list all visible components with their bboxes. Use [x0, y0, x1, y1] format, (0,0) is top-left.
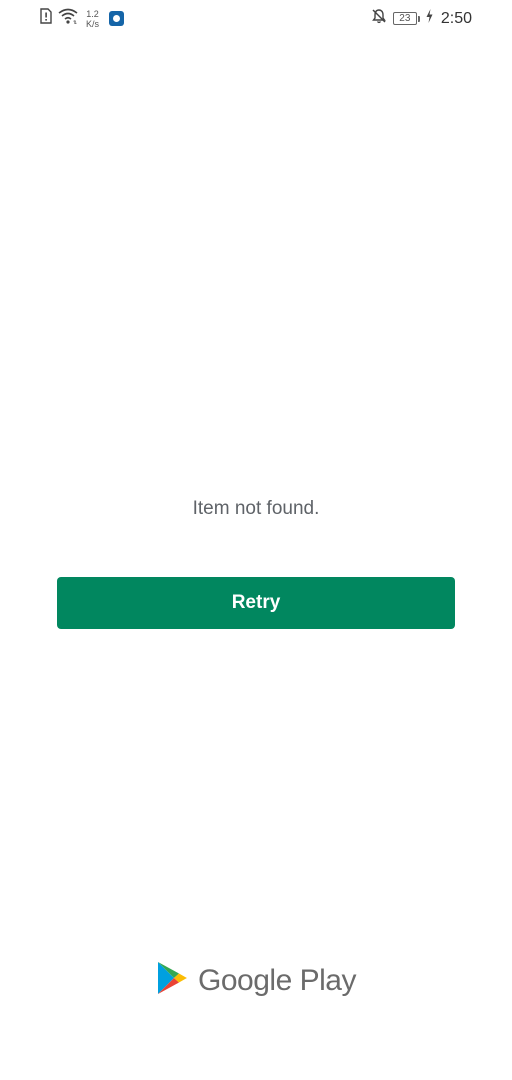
google-play-logo-icon: [156, 960, 188, 1001]
app-notification-icon: [109, 11, 125, 26]
retry-button[interactable]: Retry: [57, 577, 455, 629]
charging-icon: [426, 9, 433, 28]
do-not-disturb-icon: [371, 8, 387, 29]
google-play-brand: Google Play: [0, 960, 512, 1001]
clock: 2:50: [440, 9, 472, 27]
net-speed-value: 1.2: [86, 8, 99, 19]
svg-text:⇅: ⇅: [73, 20, 77, 24]
network-speed: 1.2 K/s: [86, 9, 99, 29]
google-play-wordmark: Google Play: [198, 963, 356, 997]
status-bar-right: 23 2:50: [371, 8, 472, 29]
screen: ⇅ 1.2 K/s 23 2:50 Item not found. Retry …: [0, 0, 512, 1080]
wifi-icon: ⇅: [58, 8, 78, 29]
status-bar: ⇅ 1.2 K/s 23 2:50: [0, 0, 512, 44]
battery-level: 23: [392, 12, 417, 25]
battery-icon: 23: [392, 12, 420, 25]
net-speed-unit: K/s: [86, 18, 100, 29]
status-bar-left: ⇅ 1.2 K/s: [40, 8, 125, 29]
error-message: Item not found.: [192, 498, 320, 519]
sim-alert-icon: [40, 8, 52, 29]
